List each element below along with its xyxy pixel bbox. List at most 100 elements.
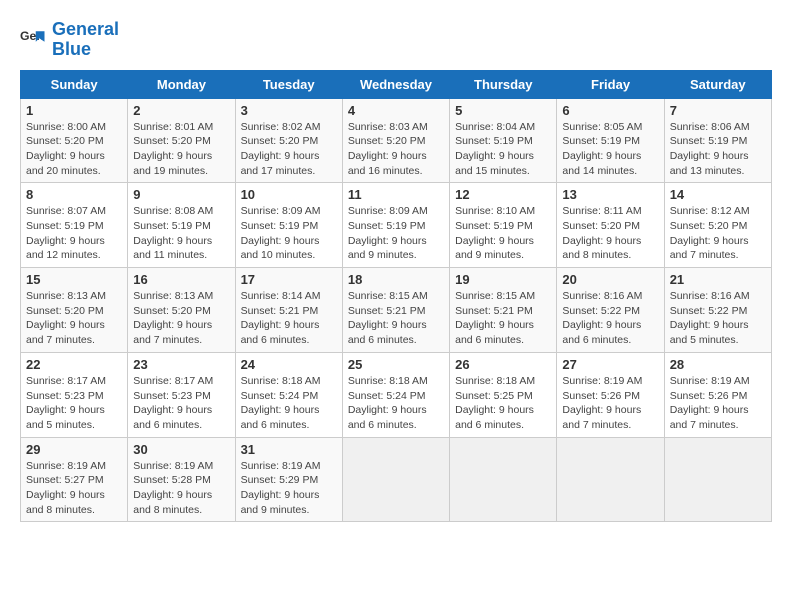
day-info: Sunrise: 8:09 AM Sunset: 5:19 PM Dayligh… (241, 204, 337, 263)
col-tuesday: Tuesday (235, 70, 342, 98)
day-number: 14 (670, 187, 766, 202)
day-number: 30 (133, 442, 229, 457)
page-header: Gen General Blue (20, 20, 772, 60)
day-cell: 3 Sunrise: 8:02 AM Sunset: 5:20 PM Dayli… (235, 98, 342, 183)
day-info: Sunrise: 8:17 AM Sunset: 5:23 PM Dayligh… (26, 374, 122, 433)
day-cell: 27 Sunrise: 8:19 AM Sunset: 5:26 PM Dayl… (557, 352, 664, 437)
day-info: Sunrise: 8:18 AM Sunset: 5:24 PM Dayligh… (348, 374, 444, 433)
col-sunday: Sunday (21, 70, 128, 98)
day-number: 18 (348, 272, 444, 287)
day-number: 21 (670, 272, 766, 287)
day-cell: 1 Sunrise: 8:00 AM Sunset: 5:20 PM Dayli… (21, 98, 128, 183)
day-info: Sunrise: 8:15 AM Sunset: 5:21 PM Dayligh… (455, 289, 551, 348)
day-info: Sunrise: 8:02 AM Sunset: 5:20 PM Dayligh… (241, 120, 337, 179)
empty-cell (450, 437, 557, 522)
calendar-row: 8 Sunrise: 8:07 AM Sunset: 5:19 PM Dayli… (21, 183, 772, 268)
calendar-row: 1 Sunrise: 8:00 AM Sunset: 5:20 PM Dayli… (21, 98, 772, 183)
day-cell: 26 Sunrise: 8:18 AM Sunset: 5:25 PM Dayl… (450, 352, 557, 437)
day-cell: 8 Sunrise: 8:07 AM Sunset: 5:19 PM Dayli… (21, 183, 128, 268)
empty-cell (664, 437, 771, 522)
day-info: Sunrise: 8:19 AM Sunset: 5:27 PM Dayligh… (26, 459, 122, 518)
day-cell: 10 Sunrise: 8:09 AM Sunset: 5:19 PM Dayl… (235, 183, 342, 268)
day-cell: 11 Sunrise: 8:09 AM Sunset: 5:19 PM Dayl… (342, 183, 449, 268)
day-info: Sunrise: 8:04 AM Sunset: 5:19 PM Dayligh… (455, 120, 551, 179)
logo-icon: Gen (20, 26, 48, 54)
day-number: 28 (670, 357, 766, 372)
day-number: 13 (562, 187, 658, 202)
logo: Gen General Blue (20, 20, 119, 60)
day-number: 24 (241, 357, 337, 372)
day-number: 5 (455, 103, 551, 118)
day-info: Sunrise: 8:10 AM Sunset: 5:19 PM Dayligh… (455, 204, 551, 263)
day-info: Sunrise: 8:03 AM Sunset: 5:20 PM Dayligh… (348, 120, 444, 179)
day-number: 22 (26, 357, 122, 372)
col-saturday: Saturday (664, 70, 771, 98)
day-cell: 2 Sunrise: 8:01 AM Sunset: 5:20 PM Dayli… (128, 98, 235, 183)
day-number: 15 (26, 272, 122, 287)
day-info: Sunrise: 8:13 AM Sunset: 5:20 PM Dayligh… (26, 289, 122, 348)
day-cell: 5 Sunrise: 8:04 AM Sunset: 5:19 PM Dayli… (450, 98, 557, 183)
col-friday: Friday (557, 70, 664, 98)
day-number: 26 (455, 357, 551, 372)
day-info: Sunrise: 8:19 AM Sunset: 5:26 PM Dayligh… (562, 374, 658, 433)
day-cell: 29 Sunrise: 8:19 AM Sunset: 5:27 PM Dayl… (21, 437, 128, 522)
day-cell: 25 Sunrise: 8:18 AM Sunset: 5:24 PM Dayl… (342, 352, 449, 437)
day-number: 8 (26, 187, 122, 202)
day-info: Sunrise: 8:14 AM Sunset: 5:21 PM Dayligh… (241, 289, 337, 348)
day-cell: 24 Sunrise: 8:18 AM Sunset: 5:24 PM Dayl… (235, 352, 342, 437)
day-cell: 31 Sunrise: 8:19 AM Sunset: 5:29 PM Dayl… (235, 437, 342, 522)
day-info: Sunrise: 8:13 AM Sunset: 5:20 PM Dayligh… (133, 289, 229, 348)
day-cell: 13 Sunrise: 8:11 AM Sunset: 5:20 PM Dayl… (557, 183, 664, 268)
day-info: Sunrise: 8:00 AM Sunset: 5:20 PM Dayligh… (26, 120, 122, 179)
day-number: 17 (241, 272, 337, 287)
day-info: Sunrise: 8:15 AM Sunset: 5:21 PM Dayligh… (348, 289, 444, 348)
logo-general: General (52, 19, 119, 39)
day-cell: 17 Sunrise: 8:14 AM Sunset: 5:21 PM Dayl… (235, 268, 342, 353)
day-number: 7 (670, 103, 766, 118)
day-cell: 15 Sunrise: 8:13 AM Sunset: 5:20 PM Dayl… (21, 268, 128, 353)
day-info: Sunrise: 8:16 AM Sunset: 5:22 PM Dayligh… (562, 289, 658, 348)
weekday-header-row: Sunday Monday Tuesday Wednesday Thursday… (21, 70, 772, 98)
day-number: 16 (133, 272, 229, 287)
day-info: Sunrise: 8:19 AM Sunset: 5:26 PM Dayligh… (670, 374, 766, 433)
day-info: Sunrise: 8:18 AM Sunset: 5:24 PM Dayligh… (241, 374, 337, 433)
day-cell: 23 Sunrise: 8:17 AM Sunset: 5:23 PM Dayl… (128, 352, 235, 437)
day-cell: 20 Sunrise: 8:16 AM Sunset: 5:22 PM Dayl… (557, 268, 664, 353)
day-number: 27 (562, 357, 658, 372)
day-cell: 19 Sunrise: 8:15 AM Sunset: 5:21 PM Dayl… (450, 268, 557, 353)
day-number: 3 (241, 103, 337, 118)
day-number: 29 (26, 442, 122, 457)
day-info: Sunrise: 8:01 AM Sunset: 5:20 PM Dayligh… (133, 120, 229, 179)
day-number: 25 (348, 357, 444, 372)
empty-cell (342, 437, 449, 522)
day-cell: 28 Sunrise: 8:19 AM Sunset: 5:26 PM Dayl… (664, 352, 771, 437)
day-number: 10 (241, 187, 337, 202)
day-info: Sunrise: 8:12 AM Sunset: 5:20 PM Dayligh… (670, 204, 766, 263)
day-info: Sunrise: 8:07 AM Sunset: 5:19 PM Dayligh… (26, 204, 122, 263)
day-cell: 6 Sunrise: 8:05 AM Sunset: 5:19 PM Dayli… (557, 98, 664, 183)
day-cell: 7 Sunrise: 8:06 AM Sunset: 5:19 PM Dayli… (664, 98, 771, 183)
day-cell: 16 Sunrise: 8:13 AM Sunset: 5:20 PM Dayl… (128, 268, 235, 353)
day-cell: 18 Sunrise: 8:15 AM Sunset: 5:21 PM Dayl… (342, 268, 449, 353)
day-info: Sunrise: 8:09 AM Sunset: 5:19 PM Dayligh… (348, 204, 444, 263)
day-number: 12 (455, 187, 551, 202)
calendar-row: 15 Sunrise: 8:13 AM Sunset: 5:20 PM Dayl… (21, 268, 772, 353)
day-info: Sunrise: 8:19 AM Sunset: 5:29 PM Dayligh… (241, 459, 337, 518)
day-number: 2 (133, 103, 229, 118)
logo-blue: Blue (52, 39, 91, 59)
day-info: Sunrise: 8:08 AM Sunset: 5:19 PM Dayligh… (133, 204, 229, 263)
day-number: 9 (133, 187, 229, 202)
day-info: Sunrise: 8:05 AM Sunset: 5:19 PM Dayligh… (562, 120, 658, 179)
calendar-row: 22 Sunrise: 8:17 AM Sunset: 5:23 PM Dayl… (21, 352, 772, 437)
day-cell: 30 Sunrise: 8:19 AM Sunset: 5:28 PM Dayl… (128, 437, 235, 522)
day-info: Sunrise: 8:06 AM Sunset: 5:19 PM Dayligh… (670, 120, 766, 179)
day-cell: 4 Sunrise: 8:03 AM Sunset: 5:20 PM Dayli… (342, 98, 449, 183)
day-number: 19 (455, 272, 551, 287)
day-number: 11 (348, 187, 444, 202)
day-cell: 14 Sunrise: 8:12 AM Sunset: 5:20 PM Dayl… (664, 183, 771, 268)
day-info: Sunrise: 8:19 AM Sunset: 5:28 PM Dayligh… (133, 459, 229, 518)
day-info: Sunrise: 8:17 AM Sunset: 5:23 PM Dayligh… (133, 374, 229, 433)
day-number: 4 (348, 103, 444, 118)
col-wednesday: Wednesday (342, 70, 449, 98)
calendar-table: Sunday Monday Tuesday Wednesday Thursday… (20, 70, 772, 523)
